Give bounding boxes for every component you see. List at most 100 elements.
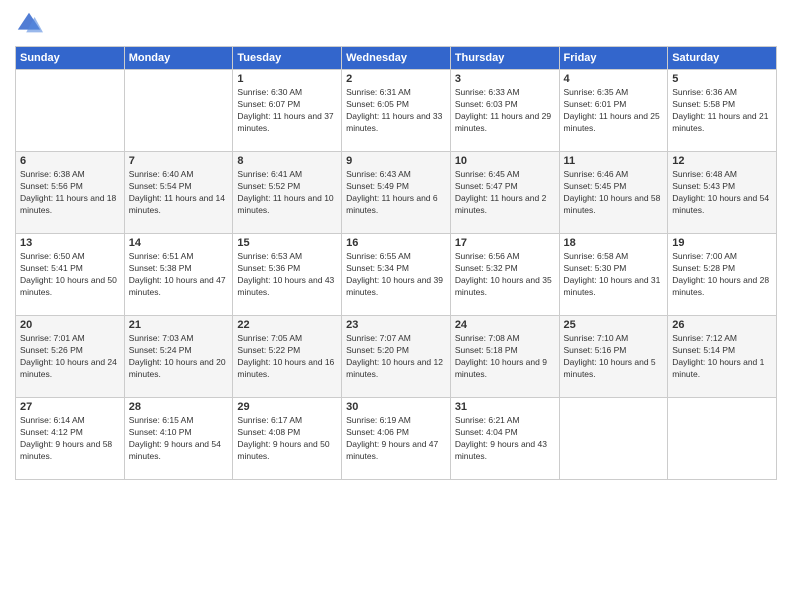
cell-4-5 <box>559 398 668 480</box>
day-number: 8 <box>237 155 337 167</box>
day-number: 31 <box>455 401 555 413</box>
day-number: 18 <box>564 237 664 249</box>
cell-info: Sunrise: 7:00 AMSunset: 5:28 PMDaylight:… <box>672 251 772 299</box>
page: SundayMondayTuesdayWednesdayThursdayFrid… <box>0 0 792 612</box>
cell-0-4: 3 Sunrise: 6:33 AMSunset: 6:03 PMDaylight… <box>450 70 559 152</box>
cell-info: Sunrise: 6:46 AMSunset: 5:45 PMDaylight:… <box>564 169 664 217</box>
day-number: 28 <box>129 401 229 413</box>
header-cell-friday: Friday <box>559 47 668 70</box>
header-cell-thursday: Thursday <box>450 47 559 70</box>
week-row-3: 20Sunrise: 7:01 AMSunset: 5:26 PMDayligh… <box>16 316 777 398</box>
calendar-table: SundayMondayTuesdayWednesdayThursdayFrid… <box>15 46 777 480</box>
week-row-2: 13Sunrise: 6:50 AMSunset: 5:41 PMDayligh… <box>16 234 777 316</box>
cell-1-0: 6 Sunrise: 6:38 AMSunset: 5:56 PMDaylight… <box>16 152 125 234</box>
day-number: 15 <box>237 237 337 249</box>
week-row-4: 27 Sunrise: 6:14 AMSunset: 4:12 PMDayligh… <box>16 398 777 480</box>
day-number: 5 <box>672 73 772 85</box>
week-row-1: 6 Sunrise: 6:38 AMSunset: 5:56 PMDaylight… <box>16 152 777 234</box>
cell-3-0: 20Sunrise: 7:01 AMSunset: 5:26 PMDayligh… <box>16 316 125 398</box>
cell-info: Sunrise: 6:48 AMSunset: 5:43 PMDaylight:… <box>672 169 772 217</box>
header <box>15 10 777 38</box>
cell-0-6: 5 Sunrise: 6:36 AMSunset: 5:58 PMDaylight… <box>668 70 777 152</box>
cell-1-3: 9 Sunrise: 6:43 AMSunset: 5:49 PMDaylight… <box>342 152 451 234</box>
day-number: 20 <box>20 319 120 331</box>
cell-info: Sunrise: 6:40 AMSunset: 5:54 PMDaylight:… <box>129 169 229 217</box>
day-number: 27 <box>20 401 120 413</box>
cell-2-2: 15 Sunrise: 6:53 AMSunset: 5:36 PMDayligh… <box>233 234 342 316</box>
cell-info: Sunrise: 6:58 AMSunset: 5:30 PMDaylight:… <box>564 251 664 299</box>
cell-2-4: 17 Sunrise: 6:56 AMSunset: 5:32 PMDayligh… <box>450 234 559 316</box>
day-number: 17 <box>455 237 555 249</box>
cell-1-2: 8 Sunrise: 6:41 AMSunset: 5:52 PMDaylight… <box>233 152 342 234</box>
day-number: 3 <box>455 73 555 85</box>
header-cell-saturday: Saturday <box>668 47 777 70</box>
day-number: 2 <box>346 73 446 85</box>
cell-info: Sunrise: 7:05 AMSunset: 5:22 PMDaylight:… <box>237 333 337 381</box>
day-number: 11 <box>564 155 664 167</box>
cell-4-1: 28 Sunrise: 6:15 AMSunset: 4:10 PMDayligh… <box>124 398 233 480</box>
cell-4-2: 29Sunrise: 6:17 AMSunset: 4:08 PMDayligh… <box>233 398 342 480</box>
day-number: 1 <box>237 73 337 85</box>
cell-info: Sunrise: 6:35 AMSunset: 6:01 PMDaylight:… <box>564 87 664 135</box>
day-number: 13 <box>20 237 120 249</box>
cell-info: Sunrise: 6:15 AMSunset: 4:10 PMDaylight:… <box>129 415 229 463</box>
header-cell-tuesday: Tuesday <box>233 47 342 70</box>
cell-info: Sunrise: 7:10 AMSunset: 5:16 PMDaylight:… <box>564 333 664 381</box>
cell-info: Sunrise: 6:21 AMSunset: 4:04 PMDaylight:… <box>455 415 555 463</box>
cell-info: Sunrise: 6:55 AMSunset: 5:34 PMDaylight:… <box>346 251 446 299</box>
logo <box>15 10 47 38</box>
cell-4-6 <box>668 398 777 480</box>
header-row: SundayMondayTuesdayWednesdayThursdayFrid… <box>16 47 777 70</box>
cell-info: Sunrise: 6:30 AMSunset: 6:07 PMDaylight:… <box>237 87 337 135</box>
cell-1-5: 11 Sunrise: 6:46 AMSunset: 5:45 PMDayligh… <box>559 152 668 234</box>
cell-3-5: 25Sunrise: 7:10 AMSunset: 5:16 PMDayligh… <box>559 316 668 398</box>
cell-2-5: 18 Sunrise: 6:58 AMSunset: 5:30 PMDayligh… <box>559 234 668 316</box>
cell-info: Sunrise: 6:56 AMSunset: 5:32 PMDaylight:… <box>455 251 555 299</box>
day-number: 4 <box>564 73 664 85</box>
cell-2-6: 19 Sunrise: 7:00 AMSunset: 5:28 PMDayligh… <box>668 234 777 316</box>
day-number: 29 <box>237 401 337 413</box>
cell-info: Sunrise: 6:51 AMSunset: 5:38 PMDaylight:… <box>129 251 229 299</box>
day-number: 9 <box>346 155 446 167</box>
day-number: 21 <box>129 319 229 331</box>
cell-1-6: 12 Sunrise: 6:48 AMSunset: 5:43 PMDayligh… <box>668 152 777 234</box>
cell-0-3: 2 Sunrise: 6:31 AMSunset: 6:05 PMDaylight… <box>342 70 451 152</box>
day-number: 19 <box>672 237 772 249</box>
cell-0-2: 1 Sunrise: 6:30 AMSunset: 6:07 PMDaylight… <box>233 70 342 152</box>
cell-2-3: 16Sunrise: 6:55 AMSunset: 5:34 PMDayligh… <box>342 234 451 316</box>
day-number: 23 <box>346 319 446 331</box>
cell-2-0: 13Sunrise: 6:50 AMSunset: 5:41 PMDayligh… <box>16 234 125 316</box>
cell-info: Sunrise: 6:41 AMSunset: 5:52 PMDaylight:… <box>237 169 337 217</box>
cell-4-0: 27 Sunrise: 6:14 AMSunset: 4:12 PMDayligh… <box>16 398 125 480</box>
day-number: 6 <box>20 155 120 167</box>
day-number: 12 <box>672 155 772 167</box>
cell-info: Sunrise: 6:38 AMSunset: 5:56 PMDaylight:… <box>20 169 120 217</box>
day-number: 30 <box>346 401 446 413</box>
cell-info: Sunrise: 6:36 AMSunset: 5:58 PMDaylight:… <box>672 87 772 135</box>
cell-info: Sunrise: 6:14 AMSunset: 4:12 PMDaylight:… <box>20 415 120 463</box>
cell-info: Sunrise: 6:31 AMSunset: 6:05 PMDaylight:… <box>346 87 446 135</box>
cell-info: Sunrise: 6:45 AMSunset: 5:47 PMDaylight:… <box>455 169 555 217</box>
header-cell-wednesday: Wednesday <box>342 47 451 70</box>
cell-info: Sunrise: 7:08 AMSunset: 5:18 PMDaylight:… <box>455 333 555 381</box>
cell-2-1: 14 Sunrise: 6:51 AMSunset: 5:38 PMDayligh… <box>124 234 233 316</box>
cell-info: Sunrise: 6:43 AMSunset: 5:49 PMDaylight:… <box>346 169 446 217</box>
cell-info: Sunrise: 6:33 AMSunset: 6:03 PMDaylight:… <box>455 87 555 135</box>
day-number: 14 <box>129 237 229 249</box>
cell-info: Sunrise: 6:53 AMSunset: 5:36 PMDaylight:… <box>237 251 337 299</box>
week-row-0: 1 Sunrise: 6:30 AMSunset: 6:07 PMDaylight… <box>16 70 777 152</box>
cell-info: Sunrise: 7:07 AMSunset: 5:20 PMDaylight:… <box>346 333 446 381</box>
cell-0-1 <box>124 70 233 152</box>
cell-4-4: 31 Sunrise: 6:21 AMSunset: 4:04 PMDayligh… <box>450 398 559 480</box>
day-number: 10 <box>455 155 555 167</box>
cell-3-4: 24Sunrise: 7:08 AMSunset: 5:18 PMDayligh… <box>450 316 559 398</box>
logo-icon <box>15 10 43 38</box>
header-cell-monday: Monday <box>124 47 233 70</box>
cell-3-1: 21Sunrise: 7:03 AMSunset: 5:24 PMDayligh… <box>124 316 233 398</box>
cell-info: Sunrise: 7:12 AMSunset: 5:14 PMDaylight:… <box>672 333 772 381</box>
day-number: 26 <box>672 319 772 331</box>
cell-1-4: 10 Sunrise: 6:45 AMSunset: 5:47 PMDayligh… <box>450 152 559 234</box>
cell-info: Sunrise: 6:19 AMSunset: 4:06 PMDaylight:… <box>346 415 446 463</box>
cell-0-0 <box>16 70 125 152</box>
day-number: 7 <box>129 155 229 167</box>
